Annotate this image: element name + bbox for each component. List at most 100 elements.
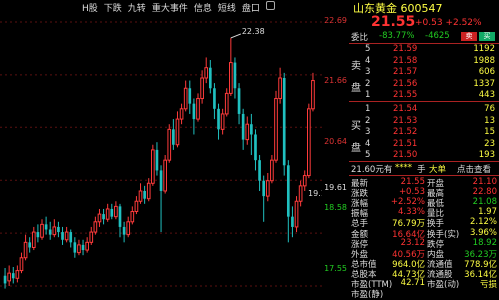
- candle: [97, 208, 102, 227]
- candle: [172, 119, 175, 150]
- toolbar-item-fall[interactable]: 下跌: [104, 1, 122, 14]
- sell-button[interactable]: 卖: [461, 32, 477, 41]
- stat-value: 4.33%: [397, 207, 425, 218]
- toolbar-item-major-events[interactable]: 重大事件: [152, 1, 188, 14]
- click-view-link[interactable]: 点击查看: [457, 163, 491, 175]
- candle: [307, 103, 311, 179]
- axis-label-3: 20.64: [324, 137, 347, 146]
- axis-label-5: 18.58: [324, 203, 347, 212]
- order-level: 4: [365, 55, 371, 66]
- candle: [286, 160, 290, 243]
- candle: [64, 226, 69, 243]
- big-order-row: 21.60元有 **** 手 大单 点击查看: [349, 163, 499, 175]
- orderbook-row[interactable]: 1 21.54 76: [349, 104, 499, 115]
- candle: [40, 219, 44, 240]
- big-order-link[interactable]: 大单: [429, 163, 446, 175]
- candle: [163, 155, 167, 194]
- buy-button[interactable]: 买: [479, 32, 495, 41]
- stat-value: +2.52%: [390, 197, 425, 208]
- order-volume: 23: [484, 138, 495, 149]
- stat-label: 市盈(静): [351, 290, 384, 300]
- candle: [245, 116, 250, 145]
- candle: [302, 170, 307, 191]
- order-level: 5: [365, 150, 371, 160]
- candle: [167, 124, 172, 163]
- candle: [192, 98, 196, 135]
- candle: [28, 237, 32, 253]
- candle: [89, 226, 94, 245]
- candle: [179, 103, 184, 125]
- orderbook-row[interactable]: 5 21.59 1192: [349, 44, 499, 55]
- candle: [130, 206, 135, 225]
- candle: [233, 57, 237, 99]
- order-level: 1: [365, 104, 371, 114]
- order-level: 3: [365, 67, 371, 77]
- order-volume: 443: [478, 90, 495, 100]
- candle: [93, 216, 98, 235]
- candle: [159, 165, 163, 233]
- candle: [3, 268, 7, 289]
- candle: [11, 266, 15, 284]
- weibi-label: 委比: [351, 33, 369, 43]
- stat-value: 21.55: [400, 177, 425, 187]
- candle: [126, 216, 131, 238]
- candle: [23, 234, 28, 261]
- kline-chart-area[interactable]: 22.38 19.1 H股 下跌 九转 重大事件 信息 短线 盘口: [0, 0, 322, 298]
- order-volume: 13: [484, 115, 495, 126]
- stat-value: +0.53: [398, 187, 425, 198]
- candle: [265, 173, 270, 202]
- order-volume: 76: [484, 104, 495, 114]
- stat-value: 42.71: [400, 278, 425, 288]
- orderbook-row[interactable]: 5 21.50 193: [349, 150, 499, 161]
- candle: [77, 239, 81, 256]
- orderbook-row[interactable]: 3 21.57 606: [349, 67, 499, 78]
- orderbook-row[interactable]: 2 21.56 1337: [349, 79, 499, 90]
- candle: [85, 237, 89, 253]
- candle: [81, 239, 85, 256]
- candle: [237, 83, 241, 125]
- order-price: 21.55: [393, 90, 418, 100]
- candle: [208, 60, 212, 94]
- candle: [229, 37, 233, 96]
- quote-panel: 山东黄金 600547 21.55 +0.53 +2.52% 委比 -83.77…: [349, 0, 499, 300]
- candle: [155, 142, 159, 176]
- order-level: 2: [365, 115, 371, 126]
- stat-value: 18.92: [472, 237, 497, 248]
- order-price: 21.58: [393, 55, 418, 66]
- weibi-diff: -4625: [425, 31, 450, 41]
- candle: [134, 196, 139, 215]
- candle: [143, 185, 146, 204]
- high-marker-label: 22.38: [242, 27, 265, 36]
- candle: [57, 221, 60, 238]
- candle: [69, 229, 73, 248]
- candle: [254, 129, 257, 171]
- candle: [291, 206, 294, 238]
- candle: [270, 155, 274, 184]
- orderbook-row[interactable]: 2 21.53 13: [349, 116, 499, 127]
- candle: [102, 208, 105, 225]
- toolbar-item-short[interactable]: 短线: [218, 1, 236, 14]
- candle: [258, 155, 261, 191]
- order-level: 4: [365, 138, 371, 149]
- orderbook-row[interactable]: 3 21.52 15: [349, 127, 499, 138]
- orderbook-row[interactable]: 1 21.55 443: [349, 90, 499, 101]
- current-price: 21.55: [371, 14, 416, 30]
- toolbar-item-nine-turn[interactable]: 九转: [128, 1, 146, 14]
- order-volume: 1192: [473, 44, 495, 54]
- settings-icon[interactable]: [265, 1, 275, 10]
- candle: [282, 72, 286, 176]
- candle: [278, 67, 282, 104]
- stat-value: 22.80: [472, 187, 497, 198]
- toolbar-item-orderbook[interactable]: 盘口: [242, 1, 260, 14]
- candle: [220, 108, 225, 135]
- candlestick-chart[interactable]: 22.38 19.1: [0, 0, 322, 298]
- order-volume: 1337: [473, 78, 495, 89]
- orderbook-row[interactable]: 4 21.51 23: [349, 139, 499, 150]
- toolbar-item-hshare[interactable]: H股: [82, 1, 98, 14]
- stat-value: 21.10: [472, 177, 497, 187]
- order-volume: 606: [478, 67, 495, 77]
- orderbook-row[interactable]: 4 21.58 1988: [349, 56, 499, 67]
- candle: [52, 219, 57, 238]
- toolbar-item-info[interactable]: 信息: [194, 1, 212, 14]
- candle: [183, 80, 188, 112]
